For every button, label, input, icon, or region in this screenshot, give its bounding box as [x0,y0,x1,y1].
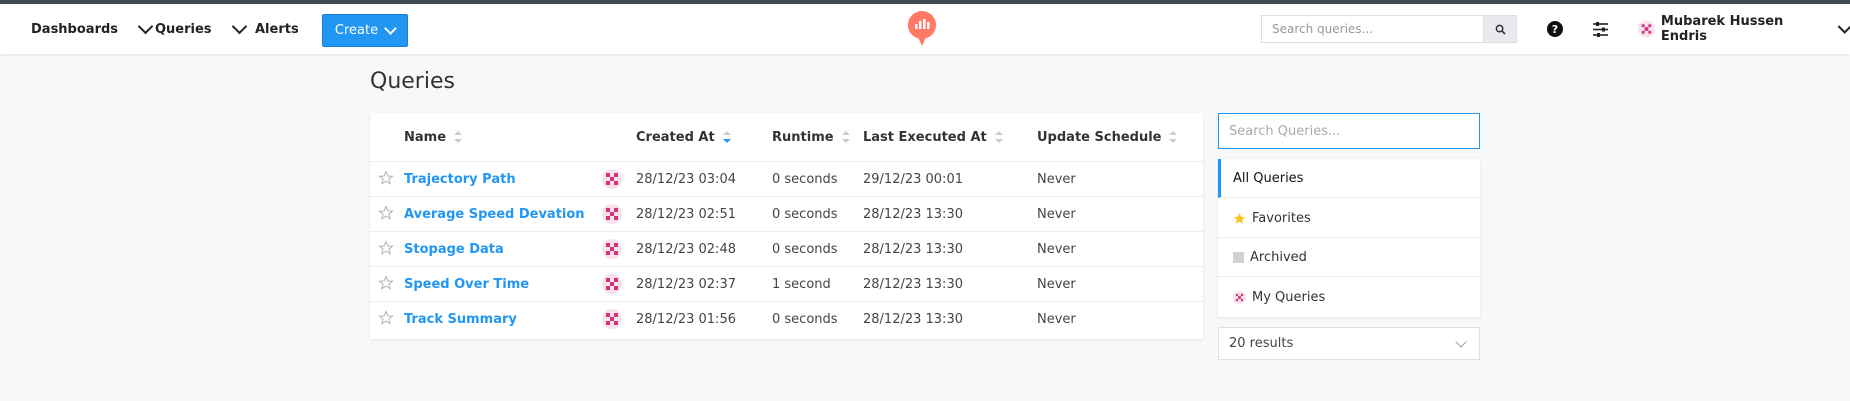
nav-queries[interactable]: Queries [155,4,247,54]
search-button[interactable] [1483,15,1517,43]
nav-alerts-label: Alerts [255,21,299,37]
star-icon [1233,212,1246,224]
sort-icon [994,131,1003,143]
avatar [602,239,622,259]
filter-favorites[interactable]: Favorites [1218,199,1480,238]
column-header-last-executed[interactable]: Last Executed At [863,113,1003,161]
column-header-update-schedule[interactable]: Update Schedule [1037,113,1178,161]
query-filter-menu: All Queries Favorites Archived My Querie… [1218,159,1480,317]
last-executed-cell: 28/12/23 13:30 [863,312,963,327]
created-at-cell: 28/12/23 02:51 [636,207,736,222]
top-navbar: Dashboards Queries Alerts Create Search … [0,4,1850,54]
nav-dashboards-label: Dashboards [31,21,119,37]
sort-icon [454,131,463,143]
column-header-runtime[interactable]: Runtime [772,113,850,161]
nav-alerts[interactable]: Alerts [255,4,299,54]
last-executed-cell: 28/12/23 13:30 [863,277,963,292]
filter-my-queries[interactable]: My Queries [1218,278,1480,317]
query-name-link[interactable]: Trajectory Path [404,172,516,187]
schedule-cell: Never [1037,277,1076,292]
runtime-cell: 0 seconds [772,312,838,327]
chevron-down-icon [1837,18,1850,35]
help-icon[interactable]: ? [1547,21,1563,37]
avatar [602,274,622,294]
chevron-down-icon[interactable] [231,18,247,35]
queries-table: Name Created At Runtime Last Executed At… [370,113,1203,339]
create-button-label: Create [334,23,379,38]
runtime-cell: 0 seconds [772,242,838,257]
runtime-cell: 1 second [772,277,831,292]
queries-search-input[interactable]: Search Queries... [1218,113,1480,149]
last-executed-cell: 29/12/23 00:01 [863,172,963,187]
created-at-cell: 28/12/23 01:56 [636,312,736,327]
column-header-name[interactable]: Name [404,113,463,161]
query-name-link[interactable]: Track Summary [404,312,517,327]
created-at-cell: 28/12/23 03:04 [636,172,736,187]
user-avatar-icon [1233,291,1246,304]
settings-sliders-icon[interactable] [1592,21,1609,38]
avatar [602,309,622,329]
global-search-placeholder: Search queries... [1272,22,1373,36]
schedule-cell: Never [1037,242,1076,257]
avatar [602,169,622,189]
last-executed-cell: 28/12/23 13:30 [863,242,963,257]
star-outline-icon[interactable] [378,170,394,186]
table-row[interactable]: Track Summary 28/12/23 01:56 0 seconds 2… [370,301,1203,336]
schedule-cell: Never [1037,312,1076,327]
nav-queries-label: Queries [155,21,212,37]
created-at-cell: 28/12/23 02:37 [636,277,736,292]
column-header-created-at[interactable]: Created At [636,113,731,161]
created-at-cell: 28/12/23 02:48 [636,242,736,257]
results-count: 20 results [1229,336,1294,351]
create-button[interactable]: Create [322,14,408,47]
chevron-down-icon [1455,336,1467,348]
table-row[interactable]: Trajectory Path 28/12/23 03:04 0 seconds… [370,161,1203,196]
star-outline-icon[interactable] [378,205,394,221]
user-name: Mubarek Hussen Endris [1660,14,1784,44]
query-name-link[interactable]: Speed Over Time [404,277,529,292]
filter-all-queries[interactable]: All Queries [1218,159,1480,198]
search-icon [1495,24,1506,35]
query-name-link[interactable]: Stopage Data [404,242,504,257]
star-outline-icon[interactable] [378,310,394,326]
sort-icon [1169,131,1178,143]
table-row[interactable]: Average Speed Devation 28/12/23 02:51 0 … [370,196,1203,231]
page-title: Queries [370,69,455,94]
user-menu[interactable]: Mubarek Hussen Endris [1638,4,1850,54]
schedule-cell: Never [1037,207,1076,222]
runtime-cell: 0 seconds [772,207,838,222]
results-per-page-select[interactable]: 20 results [1218,327,1480,360]
sort-icon [841,131,850,143]
queries-search-placeholder: Search Queries... [1229,123,1341,139]
last-executed-cell: 28/12/23 13:30 [863,207,963,222]
filter-archived[interactable]: Archived [1218,238,1480,277]
query-name-link[interactable]: Average Speed Devation [404,207,585,222]
table-row[interactable]: Stopage Data 28/12/23 02:48 0 seconds 28… [370,231,1203,266]
chevron-down-icon [384,21,397,35]
avatar [602,204,622,224]
chevron-down-icon[interactable] [137,18,154,35]
sort-desc-icon [722,131,731,143]
schedule-cell: Never [1037,172,1076,187]
nav-dashboards[interactable]: Dashboards [31,4,154,54]
star-outline-icon[interactable] [378,240,394,256]
redash-logo-icon[interactable] [906,11,938,47]
star-outline-icon[interactable] [378,275,394,291]
user-avatar-icon [1638,20,1655,38]
runtime-cell: 0 seconds [772,172,838,187]
archive-icon [1233,251,1244,263]
global-search-input[interactable]: Search queries... [1261,15,1483,43]
table-row[interactable]: Speed Over Time 28/12/23 02:37 1 second … [370,266,1203,301]
